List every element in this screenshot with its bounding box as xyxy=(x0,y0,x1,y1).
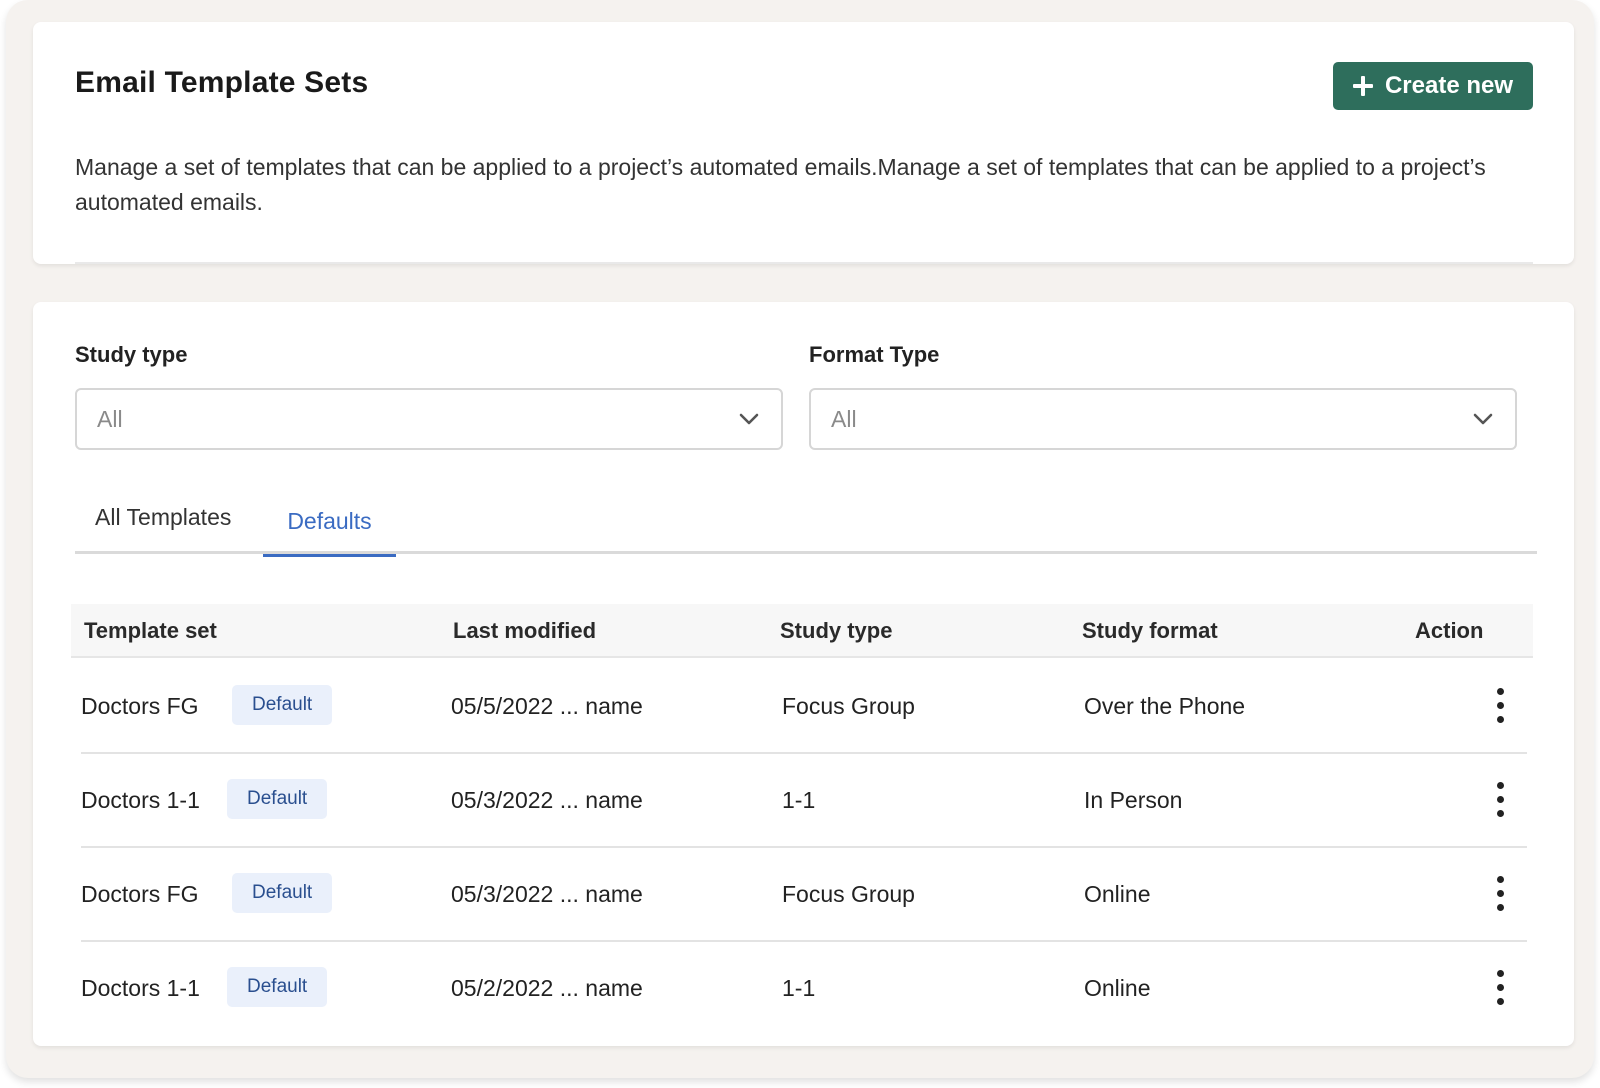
study-type: Focus Group xyxy=(782,692,915,719)
more-vertical-icon[interactable] xyxy=(1491,970,1511,1006)
template-set-name[interactable]: Doctors FG xyxy=(81,658,199,754)
header-divider xyxy=(75,262,1533,264)
study-type-value: All xyxy=(97,405,123,432)
tab-bar: All Templates Defaults xyxy=(75,488,1537,557)
study-type: 1-1 xyxy=(782,974,816,1001)
last-modified: 05/5/2022 ... name xyxy=(451,692,643,719)
study-format: Online xyxy=(1084,974,1151,1001)
more-vertical-icon[interactable] xyxy=(1491,688,1511,724)
template-set-name[interactable]: Doctors FG xyxy=(81,846,199,942)
main-card: Study type All Format Type All All Templ… xyxy=(33,302,1574,1046)
table-header: Template set Last modified Study type St… xyxy=(71,604,1533,658)
study-type-select[interactable]: All xyxy=(75,388,783,450)
column-header-template-set: Template set xyxy=(84,618,217,643)
format-type-value: All xyxy=(831,405,857,432)
page-description: Manage a set of templates that can be ap… xyxy=(75,154,1486,215)
template-set-name[interactable]: Doctors 1-1 xyxy=(81,940,200,1036)
last-modified: 05/3/2022 ... name xyxy=(451,880,643,907)
more-vertical-icon[interactable] xyxy=(1491,876,1511,912)
column-header-last-modified: Last modified xyxy=(453,618,597,643)
page-frame: Email Template Sets Create new Manage a … xyxy=(6,0,1594,1078)
tab-defaults[interactable]: Defaults xyxy=(263,488,396,557)
study-format: Online xyxy=(1084,880,1151,907)
tab-all-templates[interactable]: All Templates xyxy=(95,484,231,550)
page-title: Email Template Sets xyxy=(75,66,369,99)
table-row[interactable]: Doctors FG Default 05/3/2022 ... name Fo… xyxy=(81,846,1527,942)
study-format: Over the Phone xyxy=(1084,692,1246,719)
last-modified: 05/3/2022 ... name xyxy=(451,786,643,813)
study-format: In Person xyxy=(1084,786,1183,813)
column-header-study-type: Study type xyxy=(780,618,893,643)
column-header-study-format: Study format xyxy=(1082,618,1218,643)
create-new-label: Create new xyxy=(1384,72,1514,99)
chevron-down-icon xyxy=(739,413,759,425)
study-type-label: Study type xyxy=(75,342,188,367)
format-type-select[interactable]: All xyxy=(809,388,1517,450)
table-row[interactable]: Doctors 1-1 Default 05/3/2022 ... name 1… xyxy=(81,752,1527,848)
study-type: Focus Group xyxy=(782,880,915,907)
plus-icon xyxy=(1352,76,1373,96)
format-type-label: Format Type xyxy=(809,342,940,367)
default-badge: Default xyxy=(227,779,328,819)
default-badge: Default xyxy=(232,873,333,913)
create-new-button[interactable]: Create new xyxy=(1333,62,1533,110)
column-header-action: Action xyxy=(1415,618,1484,643)
header-card: Email Template Sets Create new Manage a … xyxy=(33,22,1574,264)
default-badge: Default xyxy=(227,967,328,1007)
more-vertical-icon[interactable] xyxy=(1491,782,1511,818)
study-type: 1-1 xyxy=(782,786,816,813)
table-row[interactable]: Doctors FG Default 05/5/2022 ... name Fo… xyxy=(81,658,1527,754)
chevron-down-icon xyxy=(1473,413,1493,425)
template-set-name[interactable]: Doctors 1-1 xyxy=(81,752,200,848)
table-row[interactable]: Doctors 1-1 Default 05/2/2022 ... name 1… xyxy=(81,940,1527,1036)
default-badge: Default xyxy=(232,685,333,725)
last-modified: 05/2/2022 ... name xyxy=(451,974,643,1001)
